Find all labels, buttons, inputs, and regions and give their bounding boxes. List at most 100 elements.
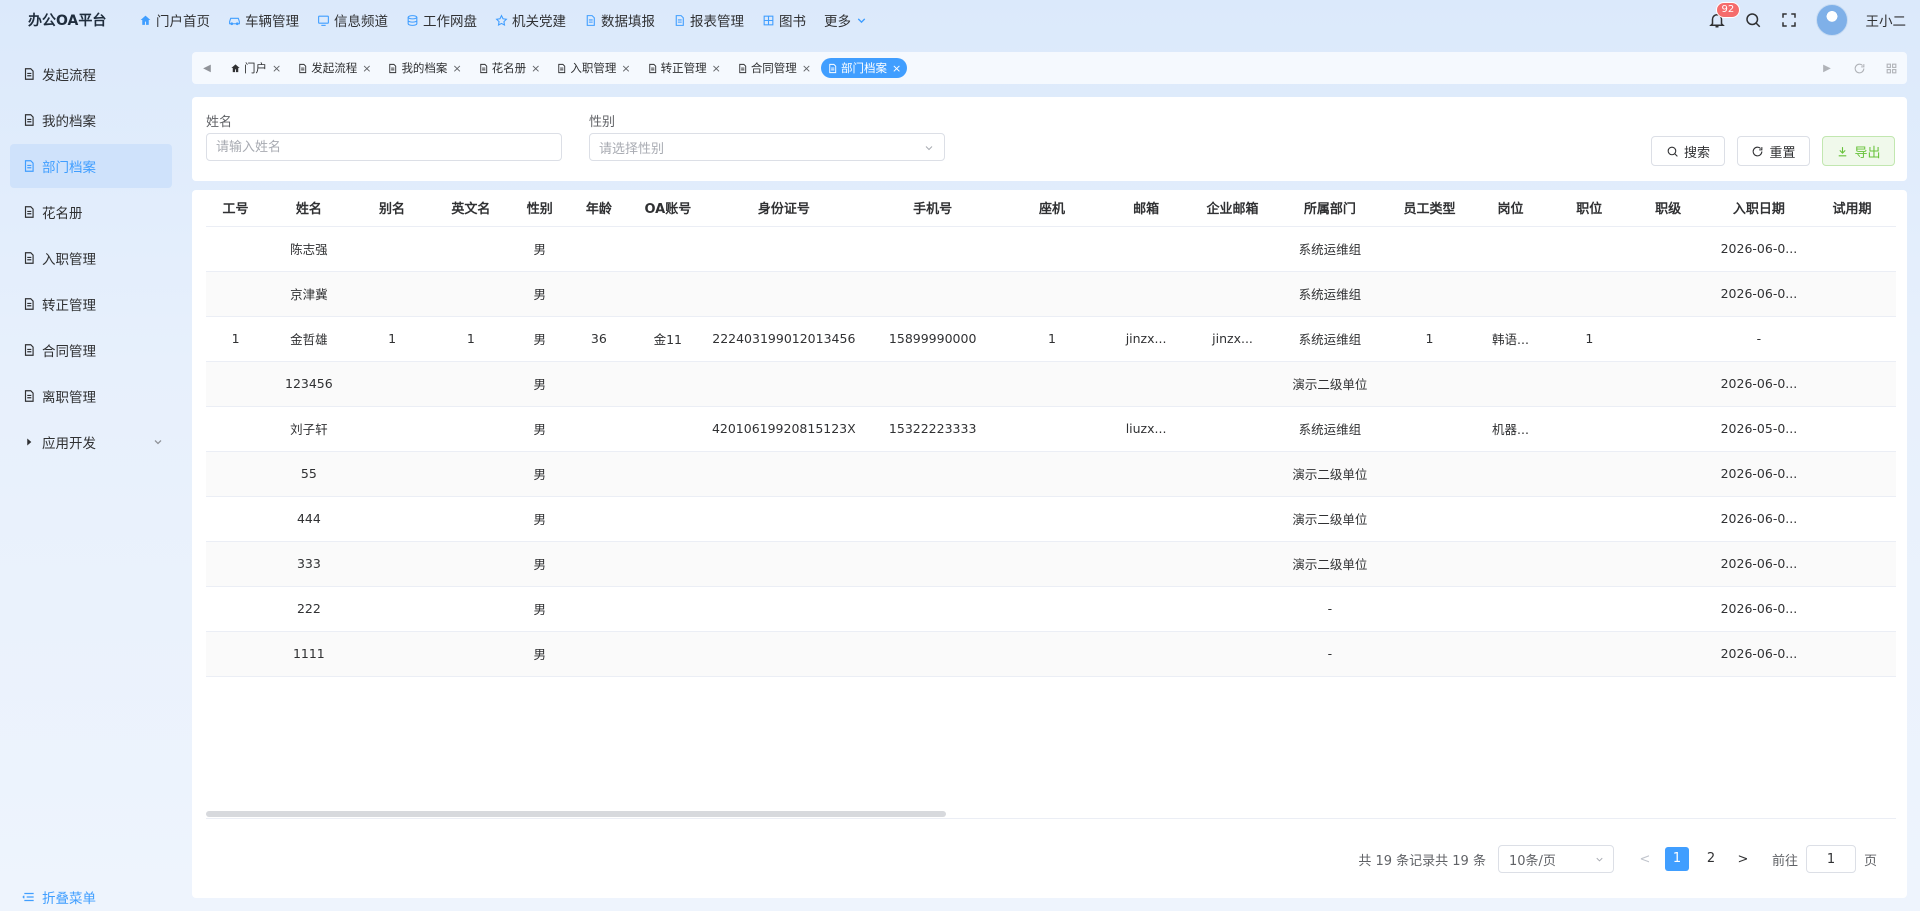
next-page-icon[interactable]: > (1728, 852, 1758, 867)
column-header[interactable]: 职位 (1549, 190, 1629, 227)
topnav-item-2[interactable]: 信息频道 (308, 10, 397, 30)
goto-page-input[interactable] (1805, 845, 1856, 873)
avatar[interactable] (1815, 4, 1848, 36)
tab-6[interactable]: 合同管理 × (731, 58, 817, 78)
table-row[interactable]: 333 男 演示二级单位 2026-06-0... 2026-06-0... (206, 541, 1896, 587)
close-icon[interactable]: × (531, 62, 540, 75)
topnav-item-6[interactable]: 报表管理 (664, 10, 753, 30)
sidebar-item-3[interactable]: 花名册 (10, 190, 172, 234)
table-cell (1387, 586, 1472, 632)
horizontal-scrollbar[interactable] (206, 811, 946, 817)
document-icon (22, 113, 36, 127)
reset-button[interactable]: 重置 (1737, 136, 1810, 166)
column-header[interactable]: 性别 (510, 190, 570, 227)
column-header[interactable]: 试用期结束 (1893, 190, 1896, 227)
tab-7[interactable]: 部门档案 × (821, 58, 908, 78)
topnav-item-4[interactable]: 机关党建 (486, 10, 575, 30)
column-header[interactable]: 身份证号 (707, 190, 861, 227)
table-row[interactable]: 123456 男 演示二级单位 2026-06-0... 2026-06-0... (206, 361, 1896, 407)
column-header[interactable]: 别名 (352, 190, 432, 227)
close-icon[interactable]: × (452, 62, 461, 75)
close-icon[interactable]: × (712, 62, 721, 75)
table-row[interactable]: 刘子轩 男 42010619920815123X 15322223333 liuzx..… (206, 406, 1896, 452)
collapse-menu-button[interactable]: 折叠菜单 (22, 887, 96, 907)
sidebar-item-6[interactable]: 合同管理 (10, 328, 172, 372)
grid-icon[interactable] (1875, 52, 1907, 84)
tab-2[interactable]: 我的档案 × (381, 58, 467, 78)
refresh-icon[interactable] (1843, 52, 1875, 84)
name-input[interactable] (206, 133, 562, 161)
collapse-menu-label: 折叠菜单 (42, 891, 96, 907)
column-header[interactable]: 职级 (1628, 190, 1708, 227)
tab-5[interactable]: 转正管理 × (641, 58, 727, 78)
table-cell (860, 271, 1005, 317)
column-header[interactable]: 入职日期 (1707, 190, 1811, 227)
table-cell (206, 496, 266, 542)
table-row[interactable]: 1 金哲雄 1 1 男 36 金11 222403199012013456 1589999000… (206, 316, 1896, 362)
topnav-item-3[interactable]: 工作网盘 (397, 10, 486, 30)
topnav-item-1[interactable]: 车辆管理 (219, 10, 308, 30)
column-header[interactable]: 手机号 (860, 190, 1005, 227)
topnav-item-label: 机关党建 (512, 14, 566, 30)
close-icon[interactable]: × (272, 62, 281, 75)
tab-3[interactable]: 花名册 × (472, 58, 547, 78)
topnav-item-7[interactable]: 图书 (753, 10, 815, 30)
column-header[interactable]: 邮箱 (1099, 190, 1194, 227)
column-header[interactable]: 岗位 (1471, 190, 1550, 227)
table-row[interactable]: 京津冀 男 系统运维组 2026-06-0... 2026-06-0... (206, 271, 1896, 317)
close-icon[interactable]: × (802, 62, 811, 75)
column-header[interactable]: OA账号 (628, 190, 708, 227)
tab-0[interactable]: 门户 × (224, 58, 287, 78)
export-button[interactable]: 导出 (1822, 136, 1895, 166)
column-header[interactable]: 员工类型 (1387, 190, 1472, 227)
table-row[interactable]: 222 男 - 2026-06-0... 2026-06-0... (206, 586, 1896, 632)
export-button-label: 导出 (1854, 145, 1881, 161)
table-row[interactable]: 1111 男 - 2026-06-0... 2026-06-0... (206, 631, 1896, 677)
close-icon[interactable]: × (621, 62, 630, 75)
prev-page-icon[interactable]: < (1630, 852, 1660, 867)
column-header[interactable]: 企业邮箱 (1193, 190, 1272, 227)
table-row[interactable]: 444 男 演示二级单位 2026-06-0... 2026-06-0... (206, 496, 1896, 542)
table-cell: - (1271, 586, 1388, 632)
column-header[interactable]: 所属部门 (1271, 190, 1388, 227)
column-header[interactable]: 试用期 (1810, 190, 1894, 227)
sidebar-item-4[interactable]: 入职管理 (10, 236, 172, 280)
sidebar-item-7[interactable]: 离职管理 (10, 374, 172, 418)
sidebar-item-2[interactable]: 部门档案 (10, 144, 172, 188)
table-cell (628, 406, 708, 452)
topnav-item-0[interactable]: 门户首页 (130, 10, 219, 30)
topnav-item-8[interactable]: 更多 (815, 10, 877, 30)
table-cell: 333 (265, 541, 353, 587)
search-icon[interactable] (1744, 11, 1762, 29)
user-name[interactable]: 王小二 (1866, 10, 1907, 30)
gender-select[interactable]: 请选择性别 (589, 133, 945, 161)
page-number[interactable]: 2 (1699, 847, 1723, 871)
column-header[interactable]: 英文名 (431, 190, 511, 227)
column-header[interactable]: 工号 (206, 190, 266, 227)
sidebar-item-0[interactable]: 发起流程 (10, 52, 172, 96)
bell-icon[interactable]: 92 (1708, 2, 1741, 29)
sidebar-item-5[interactable]: 转正管理 (10, 282, 172, 326)
close-icon[interactable]: × (892, 62, 901, 75)
fullscreen-icon[interactable] (1780, 11, 1798, 29)
column-header[interactable]: 座机 (1004, 190, 1100, 227)
page-size-select[interactable]: 10条/页 (1497, 845, 1614, 873)
table-row[interactable]: 55 男 演示二级单位 2026-06-0... 2026-06-0... (206, 451, 1896, 497)
tabs-scroll-left-icon[interactable]: ◀ (192, 52, 222, 84)
search-button[interactable]: 搜索 (1651, 136, 1725, 166)
tab-1[interactable]: 发起流程 × (291, 58, 377, 78)
sidebar-item-8[interactable]: 应用开发 (10, 420, 172, 464)
tabs-scroll-right-icon[interactable]: ▶ (1811, 52, 1843, 84)
table-cell (1099, 271, 1194, 317)
table-cell: 刘子轩 (265, 406, 353, 452)
page-number[interactable]: 1 (1664, 847, 1689, 871)
tab-label: 我的档案 (401, 61, 448, 75)
column-header[interactable]: 年龄 (569, 190, 629, 227)
topnav-item-5[interactable]: 数据填报 (575, 10, 664, 30)
column-header[interactable]: 姓名 (265, 190, 353, 227)
tab-4[interactable]: 入职管理 × (550, 58, 636, 78)
sidebar-item-1[interactable]: 我的档案 (10, 98, 172, 142)
close-icon[interactable]: × (362, 62, 371, 75)
table-row[interactable]: 陈志强 男 系统运维组 2026-06-0... 2026-06-0... (206, 226, 1896, 272)
table-cell (1004, 496, 1100, 542)
